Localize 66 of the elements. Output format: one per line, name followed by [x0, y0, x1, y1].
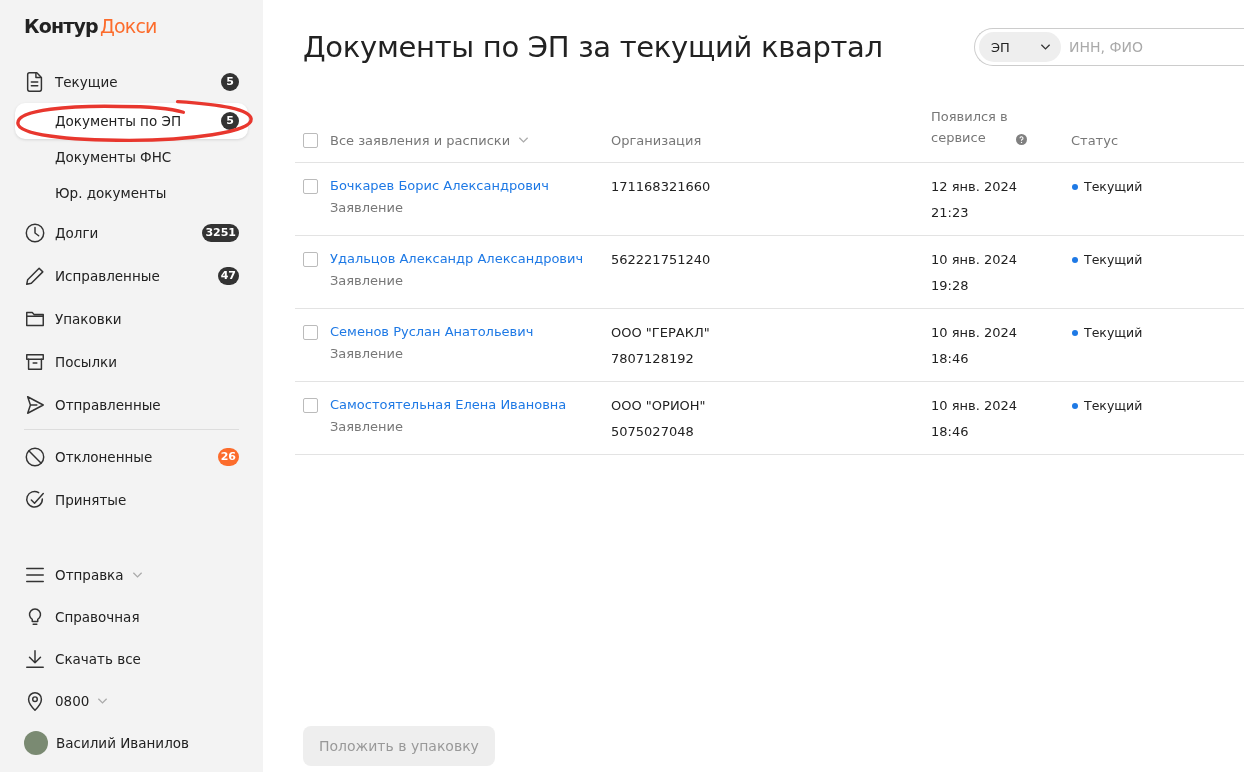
person-link[interactable]: Бочкарев Борис Александрович: [330, 178, 549, 193]
logo[interactable]: КонтурДокси: [0, 0, 263, 42]
date-text: 10 янв. 2024: [931, 324, 1017, 342]
filter-dropdown[interactable]: ЭП: [979, 32, 1061, 62]
document-type: Заявление: [330, 200, 405, 215]
person-link[interactable]: Семенов Руслан Анатольевич: [330, 324, 534, 339]
avatar: [24, 731, 48, 755]
time-text: 21:23: [931, 204, 969, 222]
date-text: 10 янв. 2024: [931, 397, 1017, 415]
nav-item[interactable]: Юр. документы: [15, 175, 248, 211]
date-text: 10 янв. 2024: [931, 251, 1017, 269]
status-text: Текущий: [1084, 178, 1143, 196]
document-type: Заявление: [330, 273, 405, 288]
time-text: 18:46: [931, 350, 969, 368]
organization-text: ООО "ОРИОН": [611, 397, 706, 415]
nav-item[interactable]: Принятые: [0, 478, 248, 521]
send-icon: [24, 393, 46, 416]
count-badge: 47: [217, 266, 239, 285]
check-circle-icon: [24, 488, 46, 511]
person-link[interactable]: Самостоятельная Елена Ивановна: [330, 397, 567, 412]
time-text: 19:28: [931, 277, 969, 295]
organization-text: 5075027048: [611, 423, 694, 441]
status-text: Текущий: [1084, 251, 1143, 269]
menu-item[interactable]: Справочная: [0, 596, 248, 638]
organization-text: 7807128192: [611, 350, 694, 368]
nav-item[interactable]: Отправленные: [0, 383, 248, 426]
document-type: Заявление: [330, 346, 405, 361]
user-menu[interactable]: Василий Иванилов: [0, 722, 248, 764]
organization-text: ООО "ГЕРАКЛ": [611, 324, 710, 342]
checkbox[interactable]: [303, 133, 318, 148]
checkbox[interactable]: [303, 398, 318, 413]
status-text: Текущий: [1084, 324, 1143, 342]
menu-item[interactable]: Отправка: [0, 554, 248, 596]
checkbox[interactable]: [303, 179, 318, 194]
prohibited-icon: [24, 445, 46, 468]
organization-text: 171168321660: [611, 178, 711, 196]
column-header[interactable]: Все заявления и расписки: [330, 133, 511, 148]
organization-text: 562221751240: [611, 251, 711, 269]
nav-item[interactable]: Текущие 5: [0, 60, 248, 103]
count-badge: 5: [221, 112, 239, 130]
status-text: Текущий: [1084, 397, 1143, 415]
time-text: 18:46: [931, 423, 969, 441]
nav-item[interactable]: Документы ФНС: [15, 139, 248, 175]
menu-item[interactable]: 0800: [0, 680, 248, 722]
count-badge: 3251: [202, 223, 239, 242]
person-link[interactable]: Удальцов Александр Александрович: [330, 251, 584, 266]
page-title: Документы по ЭП за текущий квартал: [303, 30, 884, 64]
menu-item[interactable]: Скачать все: [0, 638, 248, 680]
column-header: Появился в сервисе: [931, 108, 1009, 147]
download-icon: [24, 648, 46, 670]
clock-icon: [24, 221, 46, 244]
help-icon[interactable]: [1016, 134, 1027, 145]
date-text: 12 янв. 2024: [931, 178, 1017, 196]
nav-item[interactable]: Упаковки: [0, 297, 248, 340]
column-header: Статус: [1071, 133, 1119, 148]
checkbox[interactable]: [303, 325, 318, 340]
checkbox[interactable]: [303, 252, 318, 267]
caret-icon: [1040, 43, 1051, 51]
nav-item[interactable]: Отклоненные 26: [0, 435, 248, 478]
nav-item[interactable]: Долги 3251: [0, 211, 248, 254]
nav-item[interactable]: Исправленные 47: [0, 254, 248, 297]
column-header: Организация: [611, 133, 702, 148]
document-type: Заявление: [330, 419, 405, 434]
count-badge: 5: [221, 72, 239, 91]
nav-item[interactable]: Посылки: [0, 340, 248, 383]
count-badge: 26: [217, 447, 239, 466]
